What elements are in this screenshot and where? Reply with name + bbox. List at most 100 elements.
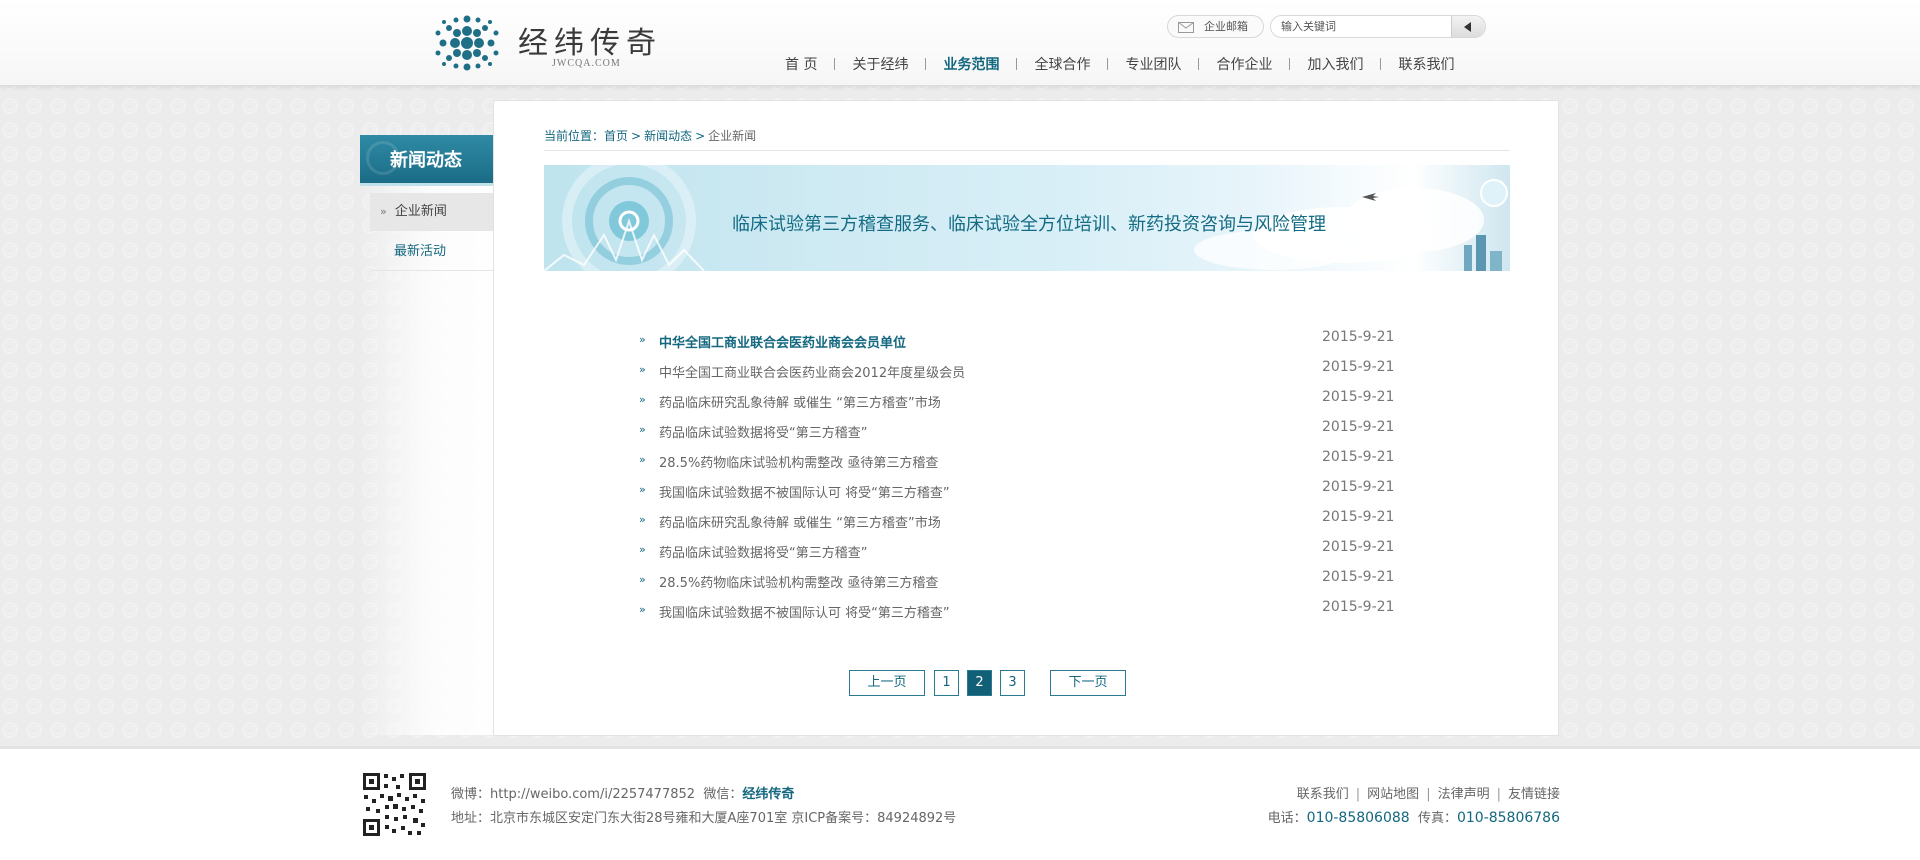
main-content: 当前位置：首页 > 新闻动态 > 企业新闻 临床试验第三方稽查服务、临床试验全方位培训、… [493, 100, 1559, 736]
weibo-label: 微博： [451, 787, 491, 802]
search-button[interactable] [1451, 16, 1485, 37]
news-row[interactable]: » 中华全国工商业联合会医药业商会2012年度星级会员 2015-9-21 [639, 356, 1459, 386]
news-date: 2015-9-21 [1322, 389, 1395, 405]
footer-link-sitemap[interactable]: 网站地图 [1367, 787, 1419, 802]
breadcrumb-prefix: 当前位置： [544, 129, 605, 143]
prev-page-button[interactable]: 上一页 [849, 670, 925, 696]
news-date: 2015-9-21 [1322, 569, 1395, 585]
footer-social: 微博：http://weibo.com/i/2257477852 微信：经纬传奇 [451, 783, 794, 802]
search-input[interactable] [1271, 16, 1451, 37]
news-row[interactable]: » 药品临床试验数据将受“第三方稽查” 2015-9-21 [639, 536, 1459, 566]
footer-contact: 电话：010-85806088 传真：010-85806786 [1268, 807, 1560, 826]
news-title-link[interactable]: 药品临床研究乱象待解 或催生 “第三方稽查”市场 [659, 392, 941, 411]
news-row[interactable]: » 28.5%药物临床试验机构需整改 亟待第三方稽查 2015-9-21 [639, 446, 1459, 476]
sidebar-item-label: 企业新闻 [394, 204, 447, 219]
news-title-link[interactable]: 28.5%药物临床试验机构需整改 亟待第三方稽查 [659, 572, 938, 591]
mail-icon [1178, 22, 1194, 33]
banner-text: 临床试验第三方稽查服务、临床试验全方位培训、新药投资咨询与风险管理 [732, 214, 1326, 235]
news-date: 2015-9-21 [1322, 539, 1395, 555]
nav-separator [1016, 58, 1018, 70]
news-title-link[interactable]: 药品临床研究乱象待解 或催生 “第三方稽查”市场 [659, 512, 941, 531]
double-chevron-icon: » [639, 483, 646, 496]
page-3-button[interactable]: 3 [1000, 670, 1025, 696]
news-date: 2015-9-21 [1322, 419, 1395, 435]
footer-separator: | [1355, 787, 1361, 802]
nav-separator [1289, 58, 1291, 70]
news-title-link[interactable]: 28.5%药物临床试验机构需整改 亟待第三方稽查 [659, 452, 938, 471]
nav-separator [1198, 58, 1200, 70]
site-header: 经纬传奇 JWCQA.COM 企业邮箱 首 页 关于经纬 业务范围 全球合作 专业团队 合… [0, 0, 1920, 86]
footer-link-friends[interactable]: 友情链接 [1508, 787, 1560, 802]
next-page-button[interactable]: 下一页 [1050, 670, 1126, 696]
news-title-link[interactable]: 药品临床试验数据将受“第三方稽查” [659, 422, 867, 441]
double-chevron-icon: » [639, 423, 646, 436]
news-date: 2015-9-21 [1322, 509, 1395, 525]
site-footer: 微博：http://weibo.com/i/2257477852 微信：经纬传奇… [0, 746, 1920, 860]
nav-item[interactable]: 首 页 [785, 54, 817, 74]
search-arrow-icon [1464, 22, 1471, 32]
double-chevron-icon: » [380, 205, 387, 218]
news-row[interactable]: » 我国临床试验数据不被国际认可 将受“第三方稽查” 2015-9-21 [639, 476, 1459, 506]
nav-separator [834, 58, 836, 70]
sidebar-item-label: 最新活动 [394, 244, 447, 259]
double-chevron-icon: » [639, 543, 646, 556]
news-row[interactable]: » 药品临床试验数据将受“第三方稽查” 2015-9-21 [639, 416, 1459, 446]
news-row[interactable]: » 中华全国工商业联合会医药业商会会员单位 2015-9-21 [639, 326, 1459, 356]
nav-item[interactable]: 专业团队 [1125, 54, 1181, 74]
news-title-link[interactable]: 中华全国工商业联合会医药业商会会员单位 [659, 332, 906, 351]
breadcrumb-section-link[interactable]: 新闻动态 [644, 129, 692, 143]
weixin-name: 经纬传奇 [742, 787, 795, 802]
nav-item[interactable]: 关于经纬 [852, 54, 908, 74]
double-chevron-icon: » [639, 363, 646, 376]
nav-separator [1107, 58, 1109, 70]
sidebar-item-company-news[interactable]: » 企业新闻 [370, 193, 493, 231]
news-title-link[interactable]: 中华全国工商业联合会医药业商会2012年度星级会员 [659, 362, 965, 381]
news-row[interactable]: » 28.5%药物临床试验机构需整改 亟待第三方稽查 2015-9-21 [639, 566, 1459, 596]
phone-label: 电话： [1267, 811, 1307, 826]
double-chevron-icon: » [639, 513, 646, 526]
news-row[interactable]: » 药品临床研究乱象待解 或催生 “第三方稽查”市场 2015-9-21 [639, 386, 1459, 416]
nav-item[interactable]: 联系我们 [1398, 54, 1454, 74]
news-title-link[interactable]: 药品临床试验数据将受“第三方稽查” [659, 542, 867, 561]
fax-number: 010-85806786 [1456, 810, 1560, 826]
page-1-button[interactable]: 1 [934, 670, 959, 696]
nav-separator [925, 58, 927, 70]
double-chevron-icon: » [639, 453, 646, 466]
news-title-link[interactable]: 我国临床试验数据不被国际认可 将受“第三方稽查” [659, 482, 950, 501]
double-chevron-icon: » [639, 393, 646, 406]
news-date: 2015-9-21 [1322, 359, 1395, 375]
nav-item[interactable]: 全球合作 [1034, 54, 1090, 74]
search-box [1270, 15, 1486, 38]
nav-item[interactable]: 合作企业 [1216, 54, 1272, 74]
sidebar: 新闻动态 » 企业新闻 最新活动 [360, 135, 493, 735]
footer-link-legal[interactable]: 法律声明 [1438, 787, 1490, 802]
weixin-label: 微信： [703, 787, 743, 802]
weibo-link[interactable]: http://weibo.com/i/2257477852 [490, 787, 695, 802]
nav-item[interactable]: 加入我们 [1307, 54, 1363, 74]
double-chevron-icon: » [639, 573, 646, 586]
nav-item[interactable]: 业务范围 [943, 54, 999, 74]
footer-separator: | [1496, 787, 1501, 802]
news-title-link[interactable]: 我国临床试验数据不被国际认可 将受“第三方稽查” [659, 602, 950, 621]
footer-links: 联系我们 | 网站地图 | 法律声明 | 友情链接 [1297, 783, 1560, 802]
breadcrumb-separator: > [631, 129, 642, 143]
footer-link-contact[interactable]: 联系我们 [1297, 787, 1349, 802]
sidebar-title-decoration [366, 141, 400, 175]
news-row[interactable]: » 药品临床研究乱象待解 或催生 “第三方稽查”市场 2015-9-21 [639, 506, 1459, 536]
site-logo[interactable]: 经纬传奇 JWCQA.COM [430, 8, 660, 78]
nav-separator [1380, 58, 1382, 70]
breadcrumb-separator: > [695, 129, 706, 143]
main-nav: 首 页 关于经纬 业务范围 全球合作 专业团队 合作企业 加入我们 联系我们 [785, 54, 1454, 74]
breadcrumb-home-link[interactable]: 首页 [604, 129, 628, 143]
sidebar-title-text: 新闻动态 [390, 150, 462, 171]
sidebar-item-latest-events[interactable]: 最新活动 [370, 233, 493, 271]
breadcrumb: 当前位置：首页 > 新闻动态 > 企业新闻 [544, 127, 1510, 151]
double-chevron-icon: » [639, 603, 646, 616]
news-row[interactable]: » 我国临床试验数据不被国际认可 将受“第三方稽查” 2015-9-21 [639, 596, 1459, 626]
qr-code-icon [361, 771, 428, 838]
banner: 临床试验第三方稽查服务、临床试验全方位培训、新药投资咨询与风险管理 [544, 165, 1510, 271]
news-date: 2015-9-21 [1322, 329, 1395, 345]
page-2-button[interactable]: 2 [967, 670, 992, 696]
enterprise-mail-button[interactable]: 企业邮箱 [1167, 15, 1264, 38]
news-date: 2015-9-21 [1322, 599, 1395, 615]
